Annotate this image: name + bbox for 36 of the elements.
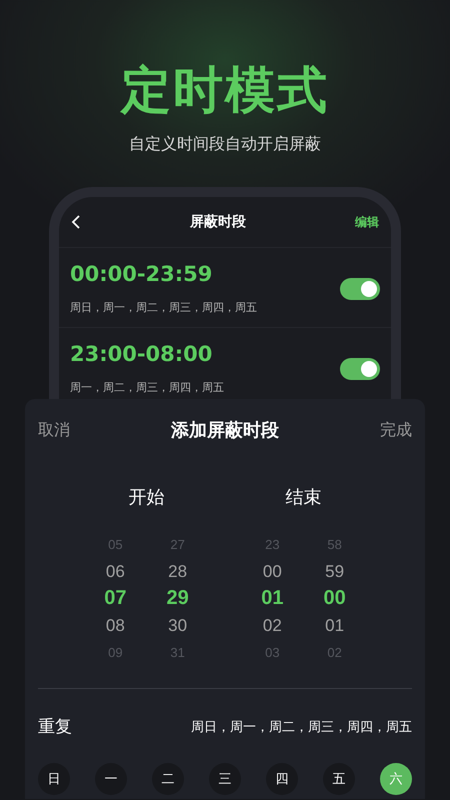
picker-value[interactable]: 29 <box>166 585 189 612</box>
screen-title: 屏蔽时段 <box>190 213 246 231</box>
period-days: 周日，周一，周二，周三，周四，周五 <box>70 300 257 315</box>
period-days: 周一，周二，周三，周四，周五 <box>70 380 224 395</box>
headline: 定时模式 <box>121 60 329 121</box>
day-button[interactable]: 一 <box>95 763 127 795</box>
day-button[interactable]: 二 <box>152 763 184 795</box>
period-time: 23:00-08:00 <box>70 342 214 366</box>
done-button[interactable]: 完成 <box>380 420 412 440</box>
picker-value[interactable]: 01 <box>325 612 344 639</box>
picker-value[interactable]: 07 <box>104 585 126 612</box>
picker-value[interactable]: 00 <box>324 585 346 612</box>
picker-value[interactable]: 08 <box>106 612 125 639</box>
day-button[interactable]: 三 <box>209 763 241 795</box>
day-button[interactable]: 五 <box>323 763 355 795</box>
picker-label: 开始 <box>128 486 164 509</box>
edit-link[interactable]: 编辑 <box>355 214 379 230</box>
picker-value[interactable]: 30 <box>168 612 188 639</box>
picker-value[interactable]: 28 <box>168 558 188 585</box>
picker-value[interactable]: 06 <box>106 558 125 585</box>
back-icon[interactable] <box>71 214 81 230</box>
period-time: 00:00-23:59 <box>70 262 214 286</box>
picker-value[interactable]: 59 <box>325 558 344 585</box>
sheet-title: 添加屏蔽时段 <box>171 419 279 442</box>
toggle-switch[interactable] <box>340 278 380 300</box>
repeat-label: 重复 <box>38 716 72 738</box>
picker-value[interactable]: 01 <box>261 585 284 612</box>
repeat-value: 周日，周一，周二，周三，周四，周五 <box>191 718 412 736</box>
picker-value[interactable]: 02 <box>262 612 282 639</box>
cancel-button[interactable]: 取消 <box>38 420 70 440</box>
day-button[interactable]: 日 <box>38 763 70 795</box>
day-button[interactable]: 四 <box>266 763 298 795</box>
toggle-switch[interactable] <box>340 358 380 380</box>
picker-label: 结束 <box>286 486 322 509</box>
picker-value[interactable]: 00 <box>262 558 282 585</box>
subtitle: 自定义时间段自动开启屏蔽 <box>129 134 321 155</box>
